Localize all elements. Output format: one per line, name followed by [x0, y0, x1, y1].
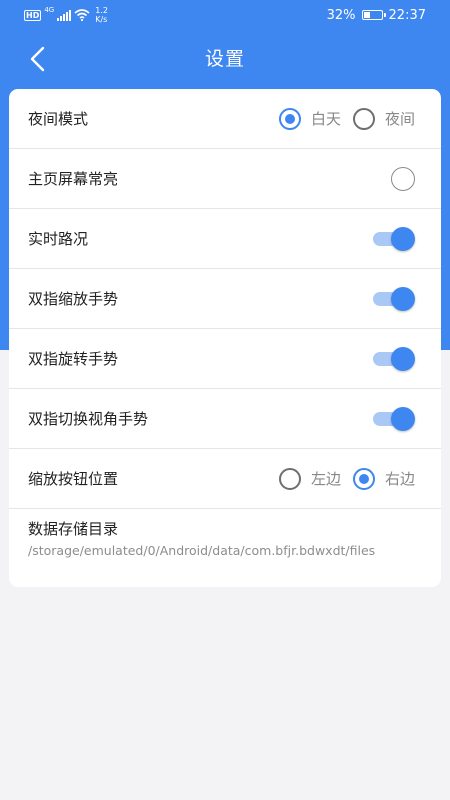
toggle-knob	[391, 286, 415, 311]
setting-two-finger-rotate: 双指旋转手势	[9, 329, 441, 389]
wifi-icon	[74, 9, 90, 21]
zoom-position-option-right[interactable]: 右边	[352, 467, 415, 490]
two-finger-rotate-toggle[interactable]	[373, 346, 415, 371]
setting-realtime-traffic: 实时路况	[9, 209, 441, 269]
option-left-label: 左边	[310, 470, 341, 488]
status-bar: HD 4G 1.2 K/s 32% 22:37	[0, 0, 450, 30]
speed-unit: K/s	[95, 15, 108, 24]
battery-icon	[361, 10, 386, 20]
realtime-traffic-label: 实时路况	[28, 230, 89, 248]
night-mode-option-day[interactable]: 白天	[278, 107, 341, 130]
two-finger-rotate-label: 双指旋转手势	[28, 350, 119, 368]
setting-screen-always-on: 主页屏幕常亮	[9, 149, 441, 209]
status-left: HD 4G 1.2 K/s	[24, 5, 108, 25]
setting-night-mode: 夜间模式 白天 夜间	[9, 89, 441, 149]
night-mode-label: 夜间模式	[28, 110, 89, 128]
screen-always-on-checkbox[interactable]	[391, 166, 415, 191]
radio-unselected-icon	[278, 467, 301, 490]
settings-card: 夜间模式 白天 夜间 主页屏幕常亮 实时路况 双指缩放手势 双指旋转手势 双指切…	[9, 89, 441, 587]
zoom-button-position-label: 缩放按钮位置	[28, 470, 119, 488]
battery-percent: 32%	[326, 7, 356, 23]
setting-two-finger-tilt: 双指切换视角手势	[9, 389, 441, 449]
radio-selected-icon	[352, 467, 375, 490]
speed-value: 1.2	[95, 6, 108, 15]
page-title: 设置	[204, 48, 245, 70]
pinch-zoom-toggle[interactable]	[373, 286, 415, 311]
zoom-position-radio-group: 左边 右边	[267, 467, 415, 490]
setting-zoom-button-position: 缩放按钮位置 左边 右边	[9, 449, 441, 509]
realtime-traffic-toggle[interactable]	[373, 226, 415, 251]
title-bar: 设置	[0, 30, 450, 88]
option-right-label: 右边	[384, 470, 415, 488]
data-directory-label: 数据存储目录	[28, 520, 119, 538]
radio-selected-icon	[278, 107, 301, 130]
two-finger-tilt-label: 双指切换视角手势	[28, 410, 149, 428]
night-mode-radio-group: 白天 夜间	[267, 107, 415, 130]
radio-unselected-icon	[352, 107, 375, 130]
setting-data-directory[interactable]: 数据存储目录 /storage/emulated/0/Android/data/…	[9, 509, 441, 579]
two-finger-tilt-toggle[interactable]	[373, 406, 415, 431]
toggle-knob	[391, 346, 415, 371]
clock: 22:37	[388, 7, 426, 23]
option-day-label: 白天	[310, 110, 341, 128]
toggle-knob	[391, 226, 415, 251]
option-night-label: 夜间	[384, 110, 415, 128]
screen-always-on-label: 主页屏幕常亮	[28, 170, 119, 188]
data-directory-path: /storage/emulated/0/Android/data/com.bfj…	[28, 543, 376, 558]
network-speed: 1.2 K/s	[95, 6, 108, 24]
night-mode-option-night[interactable]: 夜间	[352, 107, 415, 130]
hd-badge: HD	[24, 9, 42, 21]
signal-icon	[57, 9, 72, 21]
battery-fill	[363, 12, 370, 18]
zoom-position-option-left[interactable]: 左边	[278, 467, 341, 490]
setting-pinch-zoom: 双指缩放手势	[9, 269, 441, 329]
status-right: 32% 22:37	[327, 5, 426, 25]
pinch-zoom-label: 双指缩放手势	[28, 290, 119, 308]
toggle-knob	[391, 406, 415, 431]
network-type: 4G	[44, 6, 55, 14]
